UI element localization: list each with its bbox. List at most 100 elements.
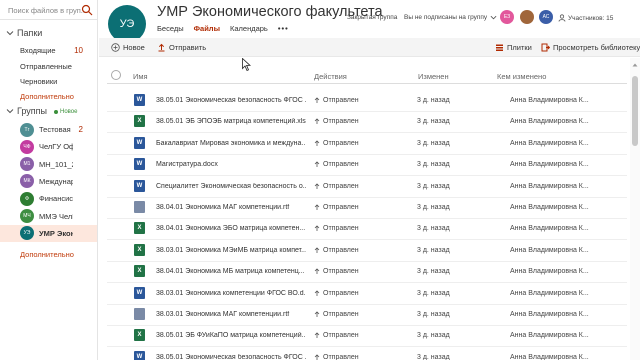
group-tabs: Беседы Файлы Календарь ••• — [157, 24, 289, 33]
privacy-label: Закрытая группа — [347, 14, 398, 21]
file-row[interactable]: 38.03.01 Экономика МАГ компетенции.rtf От… — [107, 304, 627, 325]
file-row[interactable]: X 38.05.01 ЭБ ЭПОЭБ матрица компетенций.x… — [107, 111, 627, 132]
excel-doc-icon: X — [134, 329, 145, 342]
file-name[interactable]: Специалитет Экономическая безопасность о… — [156, 183, 306, 190]
new-button[interactable]: Новое — [111, 43, 145, 52]
follow-dropdown[interactable]: Вы не подписаны на группу — [404, 14, 497, 21]
file-name[interactable]: 38.05.01 Экономическая безопасность ФГОС… — [156, 97, 306, 104]
file-activity: Отправлен — [314, 183, 359, 190]
upload-icon — [314, 140, 320, 146]
file-activity-label: Отправлен — [323, 332, 359, 340]
file-row[interactable]: X 38.04.01 Экономика МБ матрица компетенц… — [107, 261, 627, 282]
file-name[interactable]: 38.04.01 Экономика МАГ компетенции.rtf — [156, 204, 306, 211]
folder-inbox[interactable]: Входящие — [20, 46, 56, 55]
folder-drafts[interactable]: Черновики — [20, 77, 57, 86]
file-modified-by: Анна Владимировна К... — [510, 204, 589, 211]
file-name[interactable]: 38.05.01 ЭБ ЭПОЭБ матрица компетенций.xl… — [156, 118, 306, 125]
word-doc-icon: W — [134, 136, 145, 149]
file-row[interactable]: W 38.03.01 Экономика компетенции ФГОС ВО.… — [107, 283, 627, 304]
file-modified: 3 д. назад — [417, 97, 450, 104]
file-modified: 3 д. назад — [417, 353, 450, 360]
chevron-down-icon — [490, 15, 497, 20]
tiles-button[interactable]: Плитки — [495, 43, 532, 52]
sidebar-group-item[interactable]: М1 МН_101_20 — [0, 156, 97, 173]
left-pane: Поиск файлов в груп... Папки Входящие 10… — [0, 0, 98, 360]
search-icon[interactable] — [81, 4, 93, 16]
sidebar-group-item[interactable]: ЧФ ЧелГУ Офи — [0, 138, 97, 155]
upload-button[interactable]: Отправить — [157, 43, 206, 52]
file-activity: Отправлен — [314, 247, 359, 254]
file-row[interactable]: X 38.04.01 Экономика ЭБО матрица компетен… — [107, 218, 627, 239]
groups-more-link[interactable]: Дополнительно — [20, 250, 74, 259]
file-modified-by: Анна Владимировна К... — [510, 268, 589, 276]
file-activity-label: Отправлен — [323, 268, 359, 276]
file-name[interactable]: 38.03.01 Экономика компетенции ФГОС ВО.d… — [156, 290, 306, 297]
file-modified-by: Анна Владимировна К... — [510, 332, 589, 340]
folders-heading[interactable]: Папки — [6, 28, 42, 38]
upload-icon — [158, 43, 165, 52]
search-box[interactable]: Поиск файлов в груп... — [0, 0, 98, 20]
member-avatar[interactable]: ЕЗ — [500, 10, 514, 24]
file-name[interactable]: 38.05.01 Экономическая безопасность ФГОС… — [156, 354, 306, 360]
file-row[interactable]: W Бакалавриат Мировая экономика и междуна… — [107, 133, 627, 154]
tab-conversations[interactable]: Беседы — [157, 24, 184, 33]
col-name-header[interactable]: Имя — [133, 72, 148, 81]
inbox-count: 10 — [74, 46, 83, 55]
file-row[interactable]: X 38.05.01 ЭБ ФУиКаПО матрица компетенций… — [107, 325, 627, 346]
group-avatar-small: МК — [20, 174, 34, 189]
mouse-cursor-icon — [242, 58, 251, 71]
file-row[interactable]: 38.04.01 Экономика МАГ компетенции.rtf От… — [107, 197, 627, 218]
search-placeholder[interactable]: Поиск файлов в груп... — [8, 6, 87, 15]
file-name[interactable]: Бакалавриат Мировая экономика и междуна.… — [156, 140, 306, 147]
sidebar-group-item[interactable]: УЭ УМР Экон — [0, 224, 97, 242]
tab-calendar[interactable]: Календарь — [230, 24, 268, 33]
folder-sent[interactable]: Отправленные — [20, 62, 72, 71]
file-modified: 3 д. назад — [417, 311, 450, 318]
groups-heading[interactable]: Группы — [6, 106, 47, 116]
chevron-down-icon — [6, 109, 14, 114]
file-modified-by: Анна Владимировна К... — [510, 139, 589, 147]
upload-icon — [314, 268, 320, 275]
sidebar-group-item[interactable]: МК Междунар — [0, 173, 97, 190]
file-row[interactable]: W Специалитет Экономическая безопасность … — [107, 176, 627, 197]
sidebar-group-item[interactable]: МЧ ММЭ ЧелГ — [0, 208, 97, 225]
file-name[interactable]: 38.03.01 Экономика МАГ компетенции.rtf — [156, 311, 306, 318]
scrollbar-thumb[interactable] — [632, 76, 638, 146]
scroll-up-icon[interactable] — [632, 62, 638, 68]
file-name[interactable]: Магистратура.docx — [156, 161, 306, 168]
members-count[interactable]: Участников: 15 — [558, 14, 613, 22]
upload-icon — [314, 183, 320, 189]
sidebar-group-item[interactable]: Ф Финансист — [0, 190, 97, 207]
member-avatar[interactable]: АС — [539, 10, 553, 24]
file-name[interactable]: 38.03.01 Экономика МЭиМБ матрица компет.… — [156, 247, 306, 254]
tab-files[interactable]: Файлы — [194, 24, 220, 33]
group-item-label: Финансист — [39, 194, 73, 204]
file-name[interactable]: 38.04.01 Экономика МБ матрица компетенц.… — [156, 268, 306, 275]
col-activity-header[interactable]: Действия — [314, 72, 347, 81]
file-row[interactable]: X 38.03.01 Экономика МЭиМБ матрица компет… — [107, 240, 627, 261]
new-group-badge[interactable]: Новое — [54, 109, 77, 115]
groups-heading-label: Группы — [17, 106, 47, 116]
file-modified-by: Анна Владимировна К... — [510, 246, 589, 254]
file-activity-label: Отправлен — [323, 225, 359, 233]
group-avatar-small: УЭ — [20, 226, 34, 241]
scrollbar[interactable] — [630, 58, 640, 360]
file-row[interactable]: W 38.05.01 Экономическая безопасность ФГО… — [107, 90, 627, 111]
select-all-radio[interactable] — [111, 70, 121, 80]
col-modified-header[interactable]: Изменен — [418, 72, 449, 81]
view-library-button[interactable]: Просмотреть библиотеку — [541, 43, 640, 52]
file-activity: Отправлен — [314, 140, 359, 147]
file-name[interactable]: 38.05.01 ЭБ ФУиКаПО матрица компетенций.… — [156, 332, 306, 339]
file-activity: Отправлен — [314, 97, 359, 104]
file-name[interactable]: 38.04.01 Экономика ЭБО матрица компетен.… — [156, 225, 306, 232]
file-row[interactable]: W 38.05.01 Экономическая безопасность ФГО… — [107, 347, 627, 360]
folders-more-link[interactable]: Дополнительно — [20, 92, 74, 101]
sidebar-group-item[interactable]: Тг Тестовая гр 2 — [0, 121, 97, 138]
file-row[interactable]: W Магистратура.docx Отправлен 3 д. назад Анн… — [107, 154, 627, 175]
file-activity-label: Отправлен — [323, 289, 359, 297]
file-modified-by: Анна Владимировна К... — [510, 97, 589, 104]
file-activity-label: Отправлен — [323, 161, 359, 169]
col-modified-by-header[interactable]: Кем изменено — [497, 72, 546, 81]
member-avatar-photo[interactable] — [520, 10, 534, 24]
tab-more[interactable]: ••• — [278, 24, 289, 33]
